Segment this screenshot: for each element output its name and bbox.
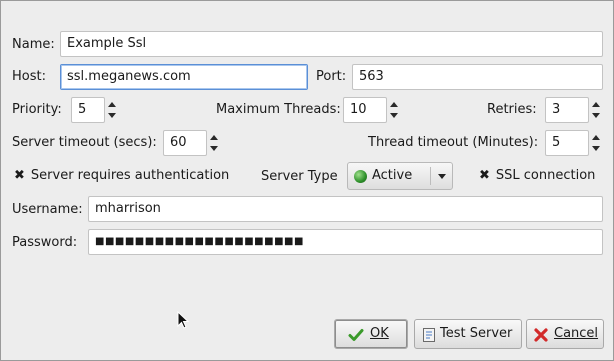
checked-x-icon[interactable]: ✖ (479, 168, 490, 183)
document-icon (423, 328, 435, 342)
auth-checkbox-label: Server requires authentication (30, 168, 230, 183)
thread-timeout-stepper[interactable]: 5 (545, 130, 603, 156)
username-label: Username: (12, 202, 83, 217)
name-label: Name: (12, 37, 55, 52)
checked-x-icon[interactable]: ✖ (14, 168, 25, 183)
cancel-button-label: Cancel (554, 326, 599, 341)
retries-value[interactable]: 3 (545, 97, 589, 123)
retries-arrows[interactable] (589, 97, 603, 123)
server-timeout-label: Server timeout (secs): (12, 135, 157, 150)
decrement-icon[interactable] (210, 146, 218, 151)
server-timeout-arrows[interactable] (207, 130, 221, 156)
increment-icon[interactable] (108, 102, 116, 107)
server-timeout-stepper[interactable]: 60 (163, 130, 221, 156)
decrement-icon[interactable] (108, 113, 116, 118)
priority-arrows[interactable] (105, 97, 119, 123)
test-server-button[interactable]: Test Server (414, 319, 522, 349)
cancel-button[interactable]: Cancel (526, 319, 604, 349)
server-type-dropdown[interactable]: Active (347, 162, 453, 190)
server-type-label: Server Type (261, 169, 338, 184)
retries-stepper[interactable]: 3 (545, 97, 603, 123)
password-field[interactable]: ■■■■■■■■■■■■■■■■■■■■■ (88, 229, 603, 255)
decrement-icon[interactable] (390, 113, 398, 118)
thread-timeout-label: Thread timeout (Minutes): (368, 135, 539, 150)
max-threads-stepper[interactable]: 10 (343, 97, 401, 123)
priority-label: Priority: (12, 102, 62, 117)
increment-icon[interactable] (210, 135, 218, 140)
server-timeout-value[interactable]: 60 (163, 130, 207, 156)
decrement-icon[interactable] (592, 113, 600, 118)
increment-icon[interactable] (390, 102, 398, 107)
port-label: Port: (316, 69, 347, 84)
ssl-checkbox-label: SSL connection (495, 168, 596, 183)
retries-label: Retries: (487, 102, 537, 117)
name-field[interactable]: Example Ssl (60, 31, 603, 57)
max-threads-arrows[interactable] (387, 97, 401, 123)
chevron-down-icon[interactable] (438, 174, 446, 179)
globe-icon (354, 170, 367, 183)
thread-timeout-arrows[interactable] (589, 130, 603, 156)
max-threads-label: Maximum Threads: (216, 102, 341, 117)
ok-button[interactable]: OK (334, 319, 408, 349)
auth-checkbox[interactable]: ✖ Server requires authentication (14, 168, 229, 184)
cancel-x-icon (534, 328, 548, 342)
server-settings-dialog: Name: Example Ssl Host: ssl.meganews.com… (0, 0, 614, 361)
priority-stepper[interactable]: 5 (71, 97, 119, 123)
username-field[interactable]: mharrison (88, 196, 603, 222)
checkmark-icon (348, 329, 364, 341)
ssl-checkbox[interactable]: ✖ SSL connection (479, 168, 595, 184)
max-threads-value[interactable]: 10 (343, 97, 387, 123)
dropdown-separator (430, 167, 431, 185)
increment-icon[interactable] (592, 102, 600, 107)
decrement-icon[interactable] (592, 146, 600, 151)
port-field[interactable]: 563 (352, 64, 603, 90)
server-type-value: Active (372, 168, 413, 183)
priority-value[interactable]: 5 (71, 97, 105, 123)
host-label: Host: (12, 69, 46, 84)
increment-icon[interactable] (592, 135, 600, 140)
thread-timeout-value[interactable]: 5 (545, 130, 589, 156)
password-label: Password: (12, 235, 78, 250)
ok-button-label: OK (370, 326, 389, 341)
test-server-button-label: Test Server (440, 326, 513, 341)
host-field[interactable]: ssl.meganews.com (60, 64, 308, 90)
mouse-pointer-icon (177, 311, 189, 329)
